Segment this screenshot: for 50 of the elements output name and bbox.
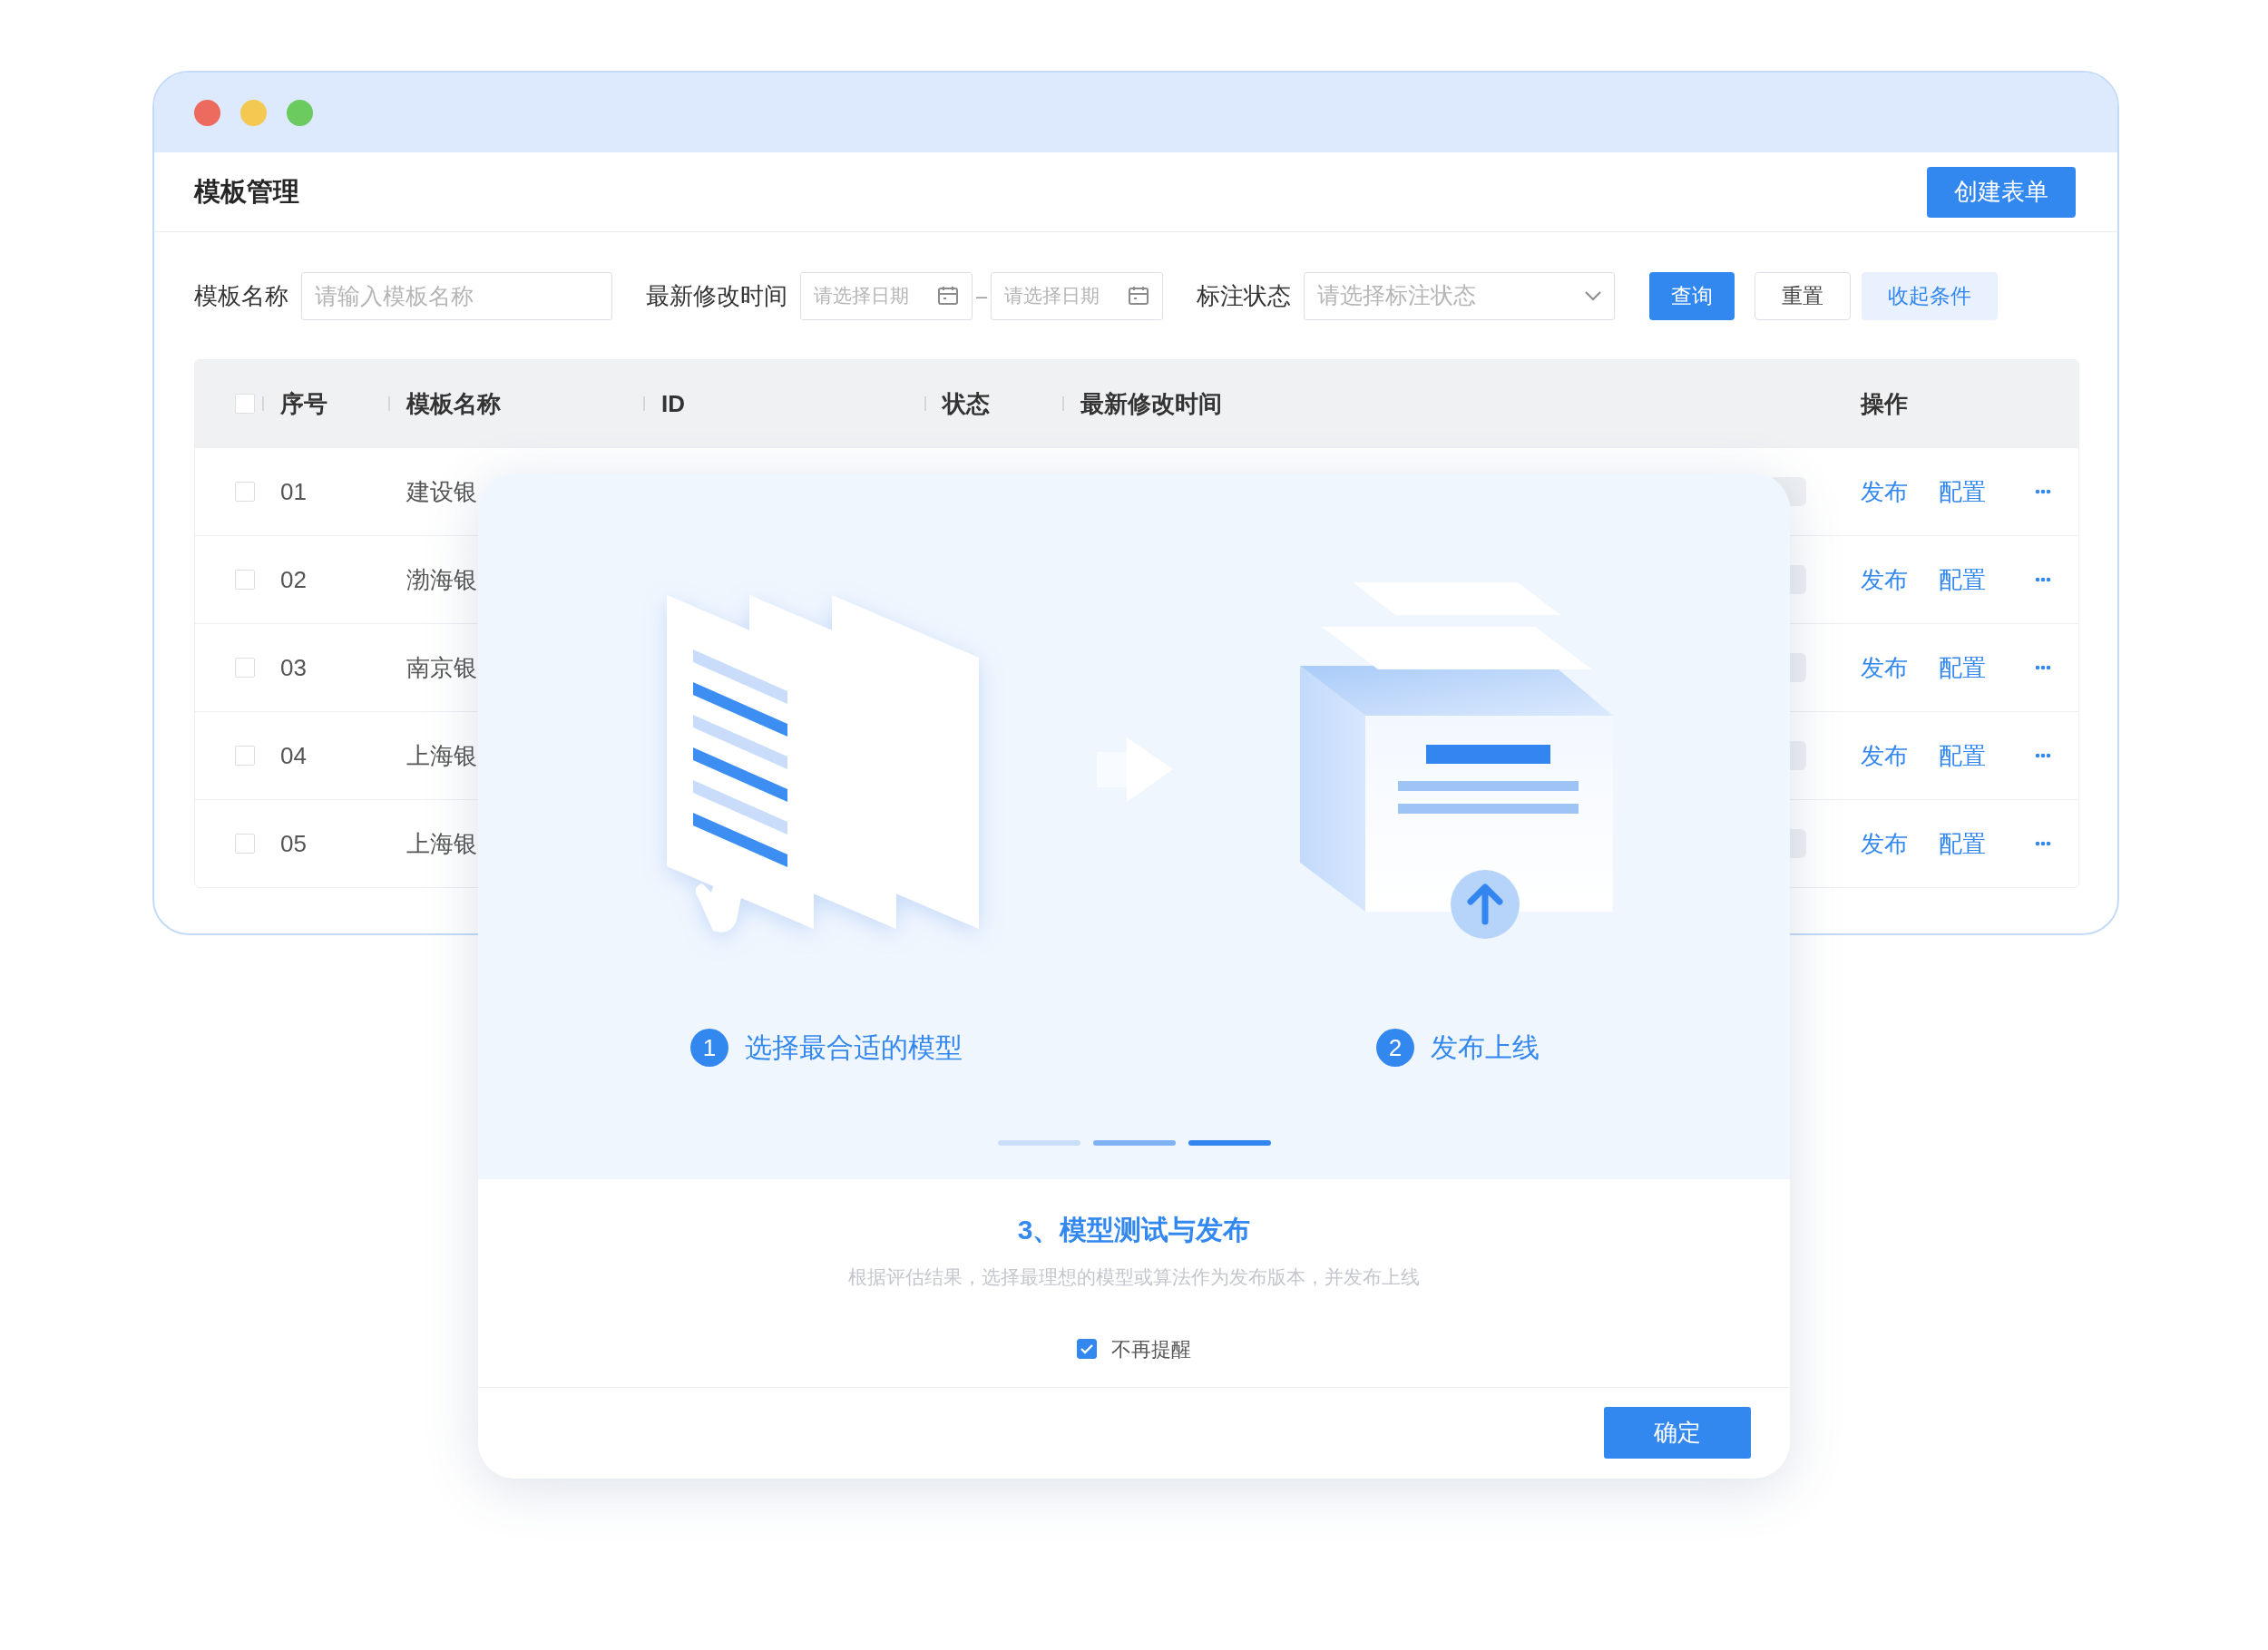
date-field[interactable]: 请选择日期 [800,271,973,320]
collapse-button[interactable]: 收起条件 [1862,271,1999,320]
action-link[interactable]: 配置 [1939,737,1986,774]
search-button[interactable]: 查询 [1649,271,1735,320]
filter-label: 标注状态 [1197,280,1292,311]
step-label: 选择最合适的模型 [745,1031,963,1064]
table-cell: 上海银 [406,741,477,769]
dialog-description: 根据评估结果，选择最理想的模型或算法作为发布版本，并发布上线 [847,1265,1421,1289]
column-header: 序号 [280,388,327,419]
date-field[interactable]: 请选择日期 [991,271,1164,320]
table-cell: 渤海银 [406,565,477,593]
range-separator: – [976,283,988,309]
table-cell: 南京银 [406,653,477,681]
name-input-field[interactable]: 请输入模板名称 [301,271,612,320]
filter-label: 最新修改时间 [646,280,787,311]
reset-button[interactable]: 重置 [1755,271,1852,320]
column-header: ID [661,388,685,419]
action-link[interactable]: 发布 [1861,737,1908,774]
action-link[interactable]: 发布 [1861,825,1908,862]
page-title: 模板管理 [194,175,299,208]
action-link[interactable]: 配置 [1939,825,1986,862]
table-cell: 05 [280,829,307,857]
step-number-badge: 1 [690,1029,728,1067]
action-link[interactable]: 配置 [1939,561,1986,598]
action-link[interactable]: 发布 [1861,474,1908,510]
table-cell: 建设银 [406,477,477,505]
step-label: 发布上线 [1431,1031,1540,1064]
step-number-badge: 2 [1376,1029,1414,1067]
table-cell: 上海银 [406,829,477,857]
column-header: 最新修改时间 [1080,388,1222,419]
status-select[interactable]: 请选择标注状态 [1304,271,1616,320]
action-link[interactable]: 发布 [1861,649,1908,686]
checkbox-label: 不再提醒 [1111,1336,1191,1362]
column-header: 操作 [1861,388,1908,419]
column-header: 状态 [943,388,990,419]
table-cell: 03 [280,653,307,681]
create-form-button[interactable]: 创建表单 [1927,166,2076,218]
filter-label: 模板名称 [194,280,288,311]
action-link[interactable]: 配置 [1939,649,1986,686]
date-placeholder: 请选择日期 [814,284,909,308]
action-link[interactable]: 配置 [1939,474,1986,510]
table-cell: 02 [280,565,307,593]
confirm-button[interactable]: 确定 [1604,1406,1751,1459]
action-link[interactable]: 发布 [1861,561,1908,598]
dialog-title: 3、模型测试与发布 [1016,1214,1252,1246]
select-placeholder: 请选择标注状态 [1317,281,1477,310]
table-cell: 04 [280,741,307,769]
column-header: 模板名称 [406,388,501,419]
date-placeholder: 请选择日期 [1004,284,1100,308]
table-cell: 01 [280,477,307,505]
